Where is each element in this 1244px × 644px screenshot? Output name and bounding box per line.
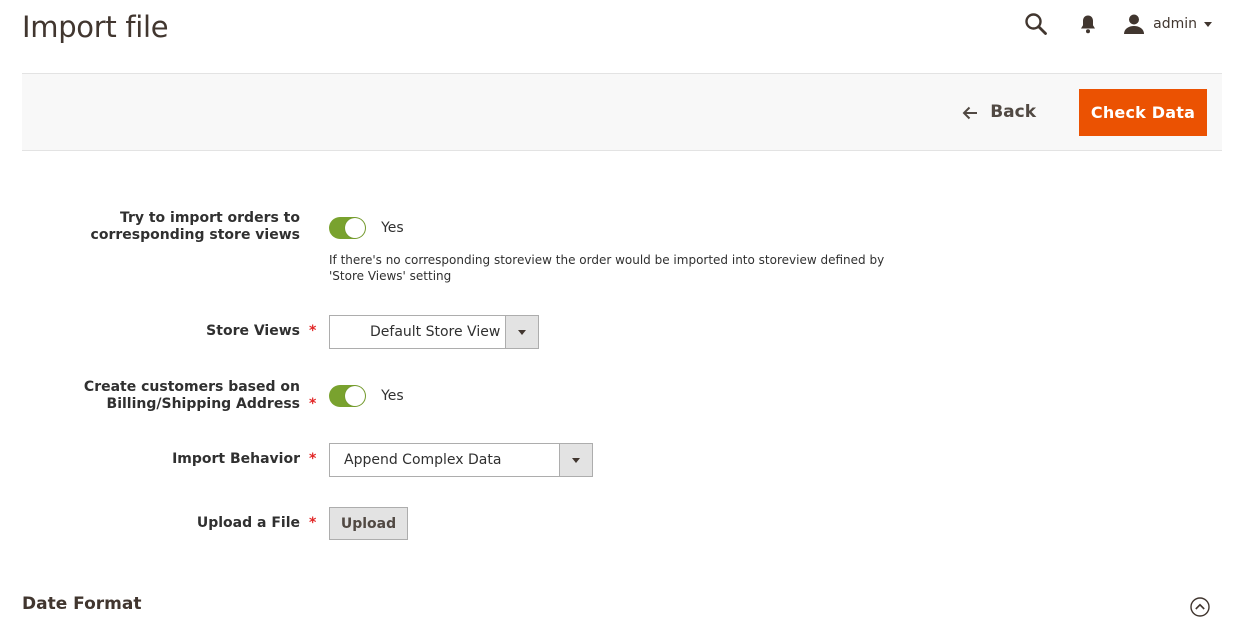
toggle-control: Yes: [329, 385, 404, 407]
header-actions: admin: [1023, 10, 1212, 38]
user-icon: [1123, 13, 1145, 35]
field-store-views: Store Views * Default Store View: [0, 315, 1244, 349]
select-value: Append Complex Data: [344, 452, 502, 468]
page-actions-bar: Back Check Data: [22, 73, 1222, 151]
search-icon[interactable]: [1023, 10, 1049, 38]
arrow-left-icon: [962, 105, 978, 120]
date-format-section-title[interactable]: Date Format: [22, 594, 141, 614]
select-arrow-box: [559, 444, 592, 476]
check-data-button[interactable]: Check Data: [1079, 89, 1207, 136]
toggle-value: Yes: [381, 388, 404, 404]
field-label: Store Views: [206, 323, 300, 339]
collapse-chevron-up-icon[interactable]: [1190, 597, 1210, 617]
back-button[interactable]: Back: [962, 98, 1036, 126]
field-label: Upload a File: [196, 515, 300, 531]
store-views-select[interactable]: Default Store View: [329, 315, 539, 349]
toggle-control: Yes: [329, 217, 404, 239]
import-to-store-views-toggle[interactable]: [329, 217, 366, 239]
page-title: Import file: [22, 10, 169, 44]
field-label: Try to import orders to corresponding st…: [90, 210, 300, 243]
create-customers-toggle[interactable]: [329, 385, 366, 407]
chevron-down-icon: [572, 457, 580, 463]
required-indicator: *: [309, 323, 317, 339]
toggle-knob: [345, 218, 365, 238]
select-value: Default Store View: [370, 324, 501, 340]
import-behavior-select[interactable]: Append Complex Data: [329, 443, 593, 477]
required-indicator: *: [309, 451, 317, 467]
field-note: If there's no corresponding storeview th…: [329, 253, 885, 283]
notifications-bell-icon[interactable]: [1077, 10, 1099, 38]
toggle-knob: [345, 386, 365, 406]
user-menu[interactable]: admin: [1123, 10, 1212, 38]
field-label: Create customers based on Billing/Shippi…: [83, 379, 300, 412]
field-label: Import Behavior: [172, 451, 300, 467]
back-button-label: Back: [990, 102, 1036, 122]
required-indicator: *: [309, 515, 317, 531]
chevron-down-icon: [1204, 21, 1212, 27]
field-import-behavior: Import Behavior * Append Complex Data: [0, 443, 1244, 477]
select-arrow-box: [505, 316, 538, 348]
upload-button[interactable]: Upload: [329, 507, 408, 540]
chevron-down-icon: [518, 329, 526, 335]
toggle-value: Yes: [381, 220, 404, 236]
user-name: admin: [1153, 16, 1197, 32]
required-indicator: *: [309, 396, 317, 412]
